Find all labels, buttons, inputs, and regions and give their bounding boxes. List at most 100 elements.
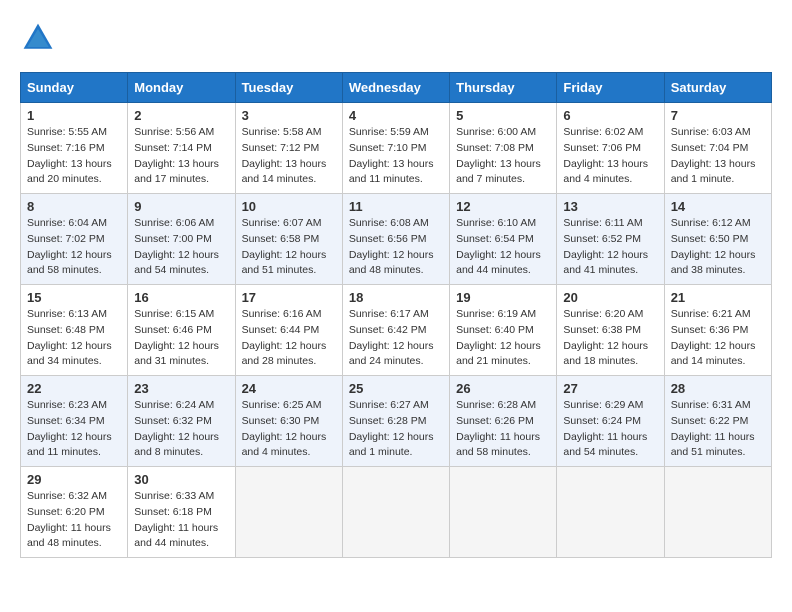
day-number: 22 bbox=[27, 381, 121, 396]
calendar-week-row: 15 Sunrise: 6:13 AMSunset: 6:48 PMDayligh… bbox=[21, 285, 772, 376]
calendar-day-empty bbox=[664, 467, 771, 558]
column-header-tuesday: Tuesday bbox=[235, 73, 342, 103]
day-number: 12 bbox=[456, 199, 550, 214]
calendar-day-25: 25Sunrise: 6:27 AMSunset: 6:28 PMDayligh… bbox=[342, 376, 449, 467]
calendar-day-empty bbox=[557, 467, 664, 558]
day-number: 10 bbox=[242, 199, 336, 214]
logo bbox=[20, 20, 60, 56]
calendar-week-row: 1 Sunrise: 5:55 AMSunset: 7:16 PMDaylight… bbox=[21, 103, 772, 194]
calendar-day-17: 17 Sunrise: 6:16 AMSunset: 6:44 PMDayligh… bbox=[235, 285, 342, 376]
day-number: 30 bbox=[134, 472, 228, 487]
day-number: 5 bbox=[456, 108, 550, 123]
calendar-day-30: 30 Sunrise: 6:33 AMSunset: 6:18 PMDayligh… bbox=[128, 467, 235, 558]
day-info: Sunrise: 6:06 AMSunset: 7:00 PMDaylight:… bbox=[134, 216, 228, 279]
day-number: 28 bbox=[671, 381, 765, 396]
column-header-sunday: Sunday bbox=[21, 73, 128, 103]
page-header bbox=[20, 20, 772, 56]
day-info: Sunrise: 6:29 AMSunset: 6:24 PMDaylight:… bbox=[563, 398, 657, 461]
day-number: 7 bbox=[671, 108, 765, 123]
day-info: Sunrise: 6:24 AMSunset: 6:32 PMDaylight:… bbox=[134, 398, 228, 461]
day-info: Sunrise: 6:08 AMSunset: 6:56 PMDaylight:… bbox=[349, 216, 443, 279]
calendar-day-empty bbox=[235, 467, 342, 558]
day-number: 23 bbox=[134, 381, 228, 396]
calendar-day-empty bbox=[342, 467, 449, 558]
day-info: Sunrise: 5:56 AMSunset: 7:14 PMDaylight:… bbox=[134, 125, 228, 188]
calendar-day-11: 11Sunrise: 6:08 AMSunset: 6:56 PMDayligh… bbox=[342, 194, 449, 285]
day-info: Sunrise: 6:25 AMSunset: 6:30 PMDaylight:… bbox=[242, 398, 336, 461]
calendar-day-19: 19 Sunrise: 6:19 AMSunset: 6:40 PMDayligh… bbox=[450, 285, 557, 376]
calendar-day-13: 13 Sunrise: 6:11 AMSunset: 6:52 PMDayligh… bbox=[557, 194, 664, 285]
day-info: Sunrise: 6:28 AMSunset: 6:26 PMDaylight:… bbox=[456, 398, 550, 461]
day-number: 24 bbox=[242, 381, 336, 396]
calendar-day-18: 18 Sunrise: 6:17 AMSunset: 6:42 PMDayligh… bbox=[342, 285, 449, 376]
calendar-day-22: 22 Sunrise: 6:23 AMSunset: 6:34 PMDayligh… bbox=[21, 376, 128, 467]
day-info: Sunrise: 5:59 AMSunset: 7:10 PMDaylight:… bbox=[349, 125, 443, 188]
day-info: Sunrise: 6:21 AMSunset: 6:36 PMDaylight:… bbox=[671, 307, 765, 370]
day-number: 18 bbox=[349, 290, 443, 305]
day-number: 26 bbox=[456, 381, 550, 396]
day-number: 27 bbox=[563, 381, 657, 396]
day-number: 13 bbox=[563, 199, 657, 214]
day-number: 20 bbox=[563, 290, 657, 305]
calendar-week-row: 22 Sunrise: 6:23 AMSunset: 6:34 PMDayligh… bbox=[21, 376, 772, 467]
column-header-wednesday: Wednesday bbox=[342, 73, 449, 103]
day-info: Sunrise: 6:33 AMSunset: 6:18 PMDaylight:… bbox=[134, 489, 228, 552]
column-header-friday: Friday bbox=[557, 73, 664, 103]
day-info: Sunrise: 5:55 AMSunset: 7:16 PMDaylight:… bbox=[27, 125, 121, 188]
calendar-day-1: 1 Sunrise: 5:55 AMSunset: 7:16 PMDaylight… bbox=[21, 103, 128, 194]
calendar-day-empty bbox=[450, 467, 557, 558]
calendar-week-row: 8Sunrise: 6:04 AMSunset: 7:02 PMDaylight… bbox=[21, 194, 772, 285]
calendar-day-12: 12 Sunrise: 6:10 AMSunset: 6:54 PMDayligh… bbox=[450, 194, 557, 285]
day-number: 9 bbox=[134, 199, 228, 214]
day-info: Sunrise: 6:19 AMSunset: 6:40 PMDaylight:… bbox=[456, 307, 550, 370]
day-info: Sunrise: 6:20 AMSunset: 6:38 PMDaylight:… bbox=[563, 307, 657, 370]
calendar-day-21: 21 Sunrise: 6:21 AMSunset: 6:36 PMDayligh… bbox=[664, 285, 771, 376]
day-info: Sunrise: 6:15 AMSunset: 6:46 PMDaylight:… bbox=[134, 307, 228, 370]
day-info: Sunrise: 6:23 AMSunset: 6:34 PMDaylight:… bbox=[27, 398, 121, 461]
day-number: 6 bbox=[563, 108, 657, 123]
column-header-saturday: Saturday bbox=[664, 73, 771, 103]
calendar-day-6: 6 Sunrise: 6:02 AMSunset: 7:06 PMDaylight… bbox=[557, 103, 664, 194]
day-number: 1 bbox=[27, 108, 121, 123]
calendar-day-24: 24 Sunrise: 6:25 AMSunset: 6:30 PMDayligh… bbox=[235, 376, 342, 467]
column-header-monday: Monday bbox=[128, 73, 235, 103]
column-header-thursday: Thursday bbox=[450, 73, 557, 103]
calendar-day-28: 28 Sunrise: 6:31 AMSunset: 6:22 PMDayligh… bbox=[664, 376, 771, 467]
calendar-day-4: 4 Sunrise: 5:59 AMSunset: 7:10 PMDaylight… bbox=[342, 103, 449, 194]
day-info: Sunrise: 6:16 AMSunset: 6:44 PMDaylight:… bbox=[242, 307, 336, 370]
day-info: Sunrise: 6:07 AMSunset: 6:58 PMDaylight:… bbox=[242, 216, 336, 279]
calendar-day-29: 29Sunrise: 6:32 AMSunset: 6:20 PMDayligh… bbox=[21, 467, 128, 558]
calendar-day-20: 20 Sunrise: 6:20 AMSunset: 6:38 PMDayligh… bbox=[557, 285, 664, 376]
day-number: 4 bbox=[349, 108, 443, 123]
calendar-day-27: 27 Sunrise: 6:29 AMSunset: 6:24 PMDayligh… bbox=[557, 376, 664, 467]
day-info: Sunrise: 6:27 AMSunset: 6:28 PMDaylight:… bbox=[349, 398, 443, 461]
calendar-day-7: 7 Sunrise: 6:03 AMSunset: 7:04 PMDaylight… bbox=[664, 103, 771, 194]
day-info: Sunrise: 6:03 AMSunset: 7:04 PMDaylight:… bbox=[671, 125, 765, 188]
calendar-day-26: 26 Sunrise: 6:28 AMSunset: 6:26 PMDayligh… bbox=[450, 376, 557, 467]
calendar-week-row: 29Sunrise: 6:32 AMSunset: 6:20 PMDayligh… bbox=[21, 467, 772, 558]
calendar-day-5: 5 Sunrise: 6:00 AMSunset: 7:08 PMDaylight… bbox=[450, 103, 557, 194]
day-info: Sunrise: 6:12 AMSunset: 6:50 PMDaylight:… bbox=[671, 216, 765, 279]
calendar-header-row: SundayMondayTuesdayWednesdayThursdayFrid… bbox=[21, 73, 772, 103]
calendar-day-2: 2 Sunrise: 5:56 AMSunset: 7:14 PMDaylight… bbox=[128, 103, 235, 194]
day-number: 17 bbox=[242, 290, 336, 305]
day-info: Sunrise: 6:10 AMSunset: 6:54 PMDaylight:… bbox=[456, 216, 550, 279]
day-info: Sunrise: 6:04 AMSunset: 7:02 PMDaylight:… bbox=[27, 216, 121, 279]
day-number: 19 bbox=[456, 290, 550, 305]
calendar-day-3: 3Sunrise: 5:58 AMSunset: 7:12 PMDaylight… bbox=[235, 103, 342, 194]
day-info: Sunrise: 6:13 AMSunset: 6:48 PMDaylight:… bbox=[27, 307, 121, 370]
calendar-day-14: 14Sunrise: 6:12 AMSunset: 6:50 PMDayligh… bbox=[664, 194, 771, 285]
calendar-day-9: 9 Sunrise: 6:06 AMSunset: 7:00 PMDaylight… bbox=[128, 194, 235, 285]
day-number: 29 bbox=[27, 472, 121, 487]
day-info: Sunrise: 6:02 AMSunset: 7:06 PMDaylight:… bbox=[563, 125, 657, 188]
calendar-day-23: 23 Sunrise: 6:24 AMSunset: 6:32 PMDayligh… bbox=[128, 376, 235, 467]
day-info: Sunrise: 6:31 AMSunset: 6:22 PMDaylight:… bbox=[671, 398, 765, 461]
day-number: 21 bbox=[671, 290, 765, 305]
calendar-table: SundayMondayTuesdayWednesdayThursdayFrid… bbox=[20, 72, 772, 558]
day-info: Sunrise: 6:11 AMSunset: 6:52 PMDaylight:… bbox=[563, 216, 657, 279]
calendar-day-8: 8Sunrise: 6:04 AMSunset: 7:02 PMDaylight… bbox=[21, 194, 128, 285]
day-info: Sunrise: 6:17 AMSunset: 6:42 PMDaylight:… bbox=[349, 307, 443, 370]
day-info: Sunrise: 6:00 AMSunset: 7:08 PMDaylight:… bbox=[456, 125, 550, 188]
day-number: 2 bbox=[134, 108, 228, 123]
day-number: 15 bbox=[27, 290, 121, 305]
